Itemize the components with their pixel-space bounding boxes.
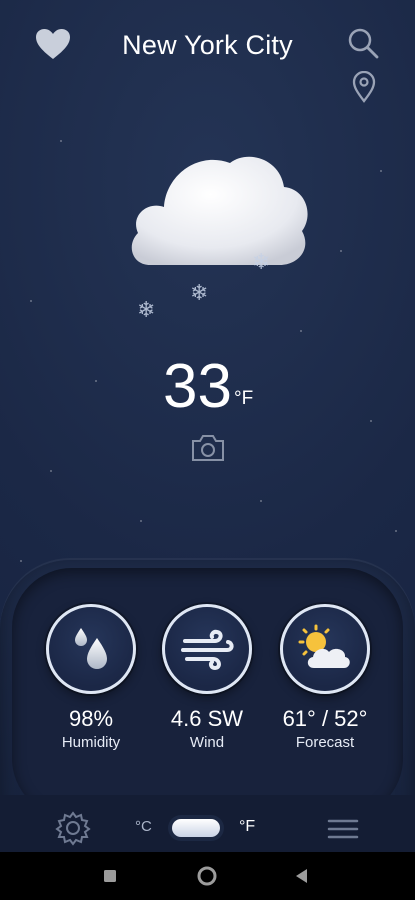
snowflake-icon: ❄ (252, 249, 271, 274)
recent-apps-button[interactable] (80, 852, 140, 900)
wind-value: 4.6 SW (170, 706, 244, 731)
home-button[interactable] (177, 852, 237, 900)
location-pin-icon[interactable] (349, 70, 379, 103)
fahrenheit-label[interactable]: °F (239, 818, 255, 836)
wind-widget[interactable]: 4.6 SW Wind (159, 604, 255, 751)
search-icon[interactable] (346, 26, 380, 60)
forecast-widget[interactable]: 61° / 52° Forecast (277, 604, 373, 751)
system-nav-bar (0, 852, 415, 900)
snowflake-icon: ❄ (190, 280, 209, 305)
wind-icon (162, 604, 252, 694)
forecast-label: Forecast (295, 734, 355, 751)
forecast-value: 61° / 52° (282, 706, 368, 731)
camera-icon[interactable] (189, 432, 227, 464)
back-button[interactable] (272, 852, 332, 900)
humidity-widget[interactable]: 98% Humidity (43, 604, 139, 751)
humidity-value: 98% (68, 706, 114, 731)
gear-icon[interactable] (55, 810, 91, 846)
temperature-unit: °F (234, 388, 254, 409)
water-drops-icon (46, 604, 136, 694)
temperature-value: 33 (163, 352, 232, 421)
unit-toggle[interactable] (172, 819, 220, 837)
snowflake-icon: ❄ (137, 297, 156, 322)
partly-cloudy-icon (280, 604, 370, 694)
snow-cloud-icon (120, 145, 320, 285)
humidity-label: Humidity (61, 734, 121, 751)
current-temperature: 33 °F (0, 352, 415, 422)
celsius-label[interactable]: °C (135, 818, 152, 835)
wind-label: Wind (189, 734, 225, 751)
top-bar: New York City (0, 0, 415, 110)
menu-icon[interactable] (326, 814, 360, 844)
